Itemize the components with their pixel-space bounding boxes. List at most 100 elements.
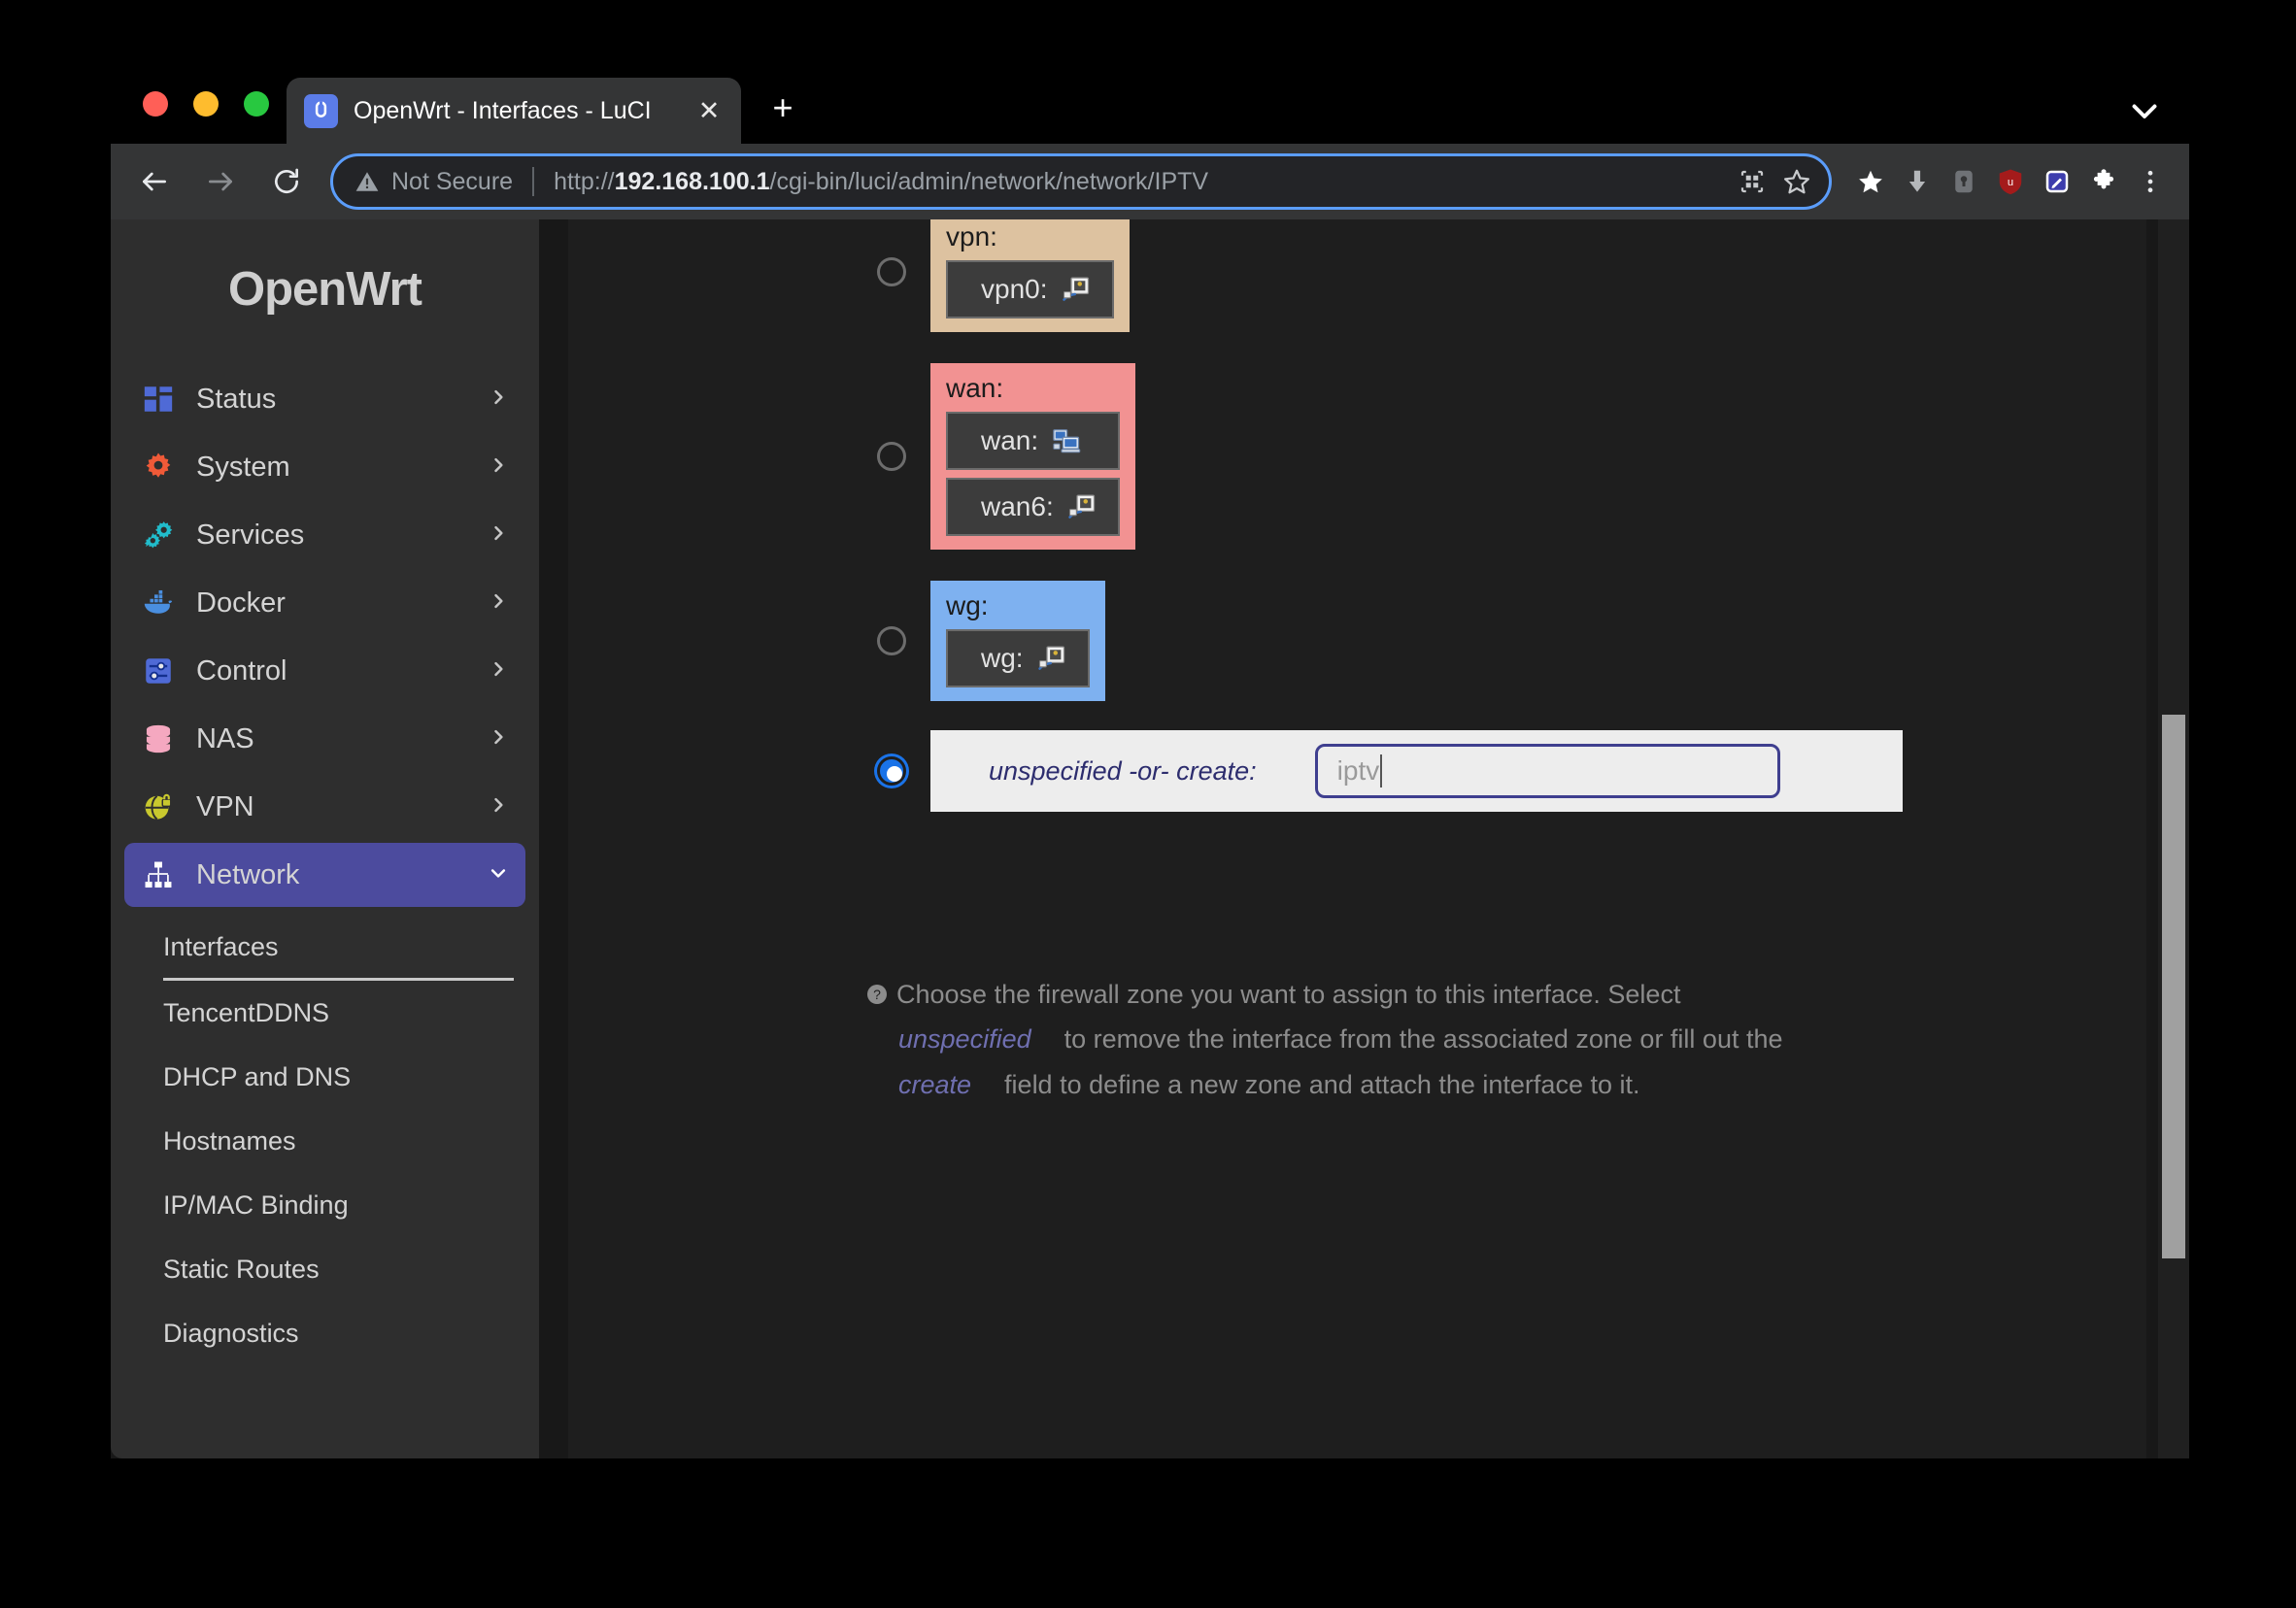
chevron-right-icon [489,725,508,754]
database-icon [138,721,179,756]
zone-row-create[interactable]: unspecified -or- create: iptv [877,730,1903,812]
zoom-window-button[interactable] [244,91,269,117]
interface-chip[interactable]: vpn0: [946,260,1114,318]
globe-lock-icon [138,789,179,824]
sidebar-item-interfaces[interactable]: Interfaces [163,917,514,981]
kebab-menu-icon[interactable] [2127,158,2174,205]
zone-radio-wg[interactable] [877,626,906,655]
download-icon[interactable] [1894,158,1941,205]
sidebar-item-label: NAS [196,723,489,755]
sidebar-item-hostnames[interactable]: Hostnames [163,1109,514,1173]
help-em-unspecified: unspecified [898,1017,1031,1061]
zone-row[interactable]: wan: wan: [877,363,1903,550]
sidebar-item-label: Control [196,655,489,687]
page-scrollbar-thumb[interactable] [2162,715,2185,1258]
network-computers-icon [1052,426,1081,455]
close-window-button[interactable] [143,91,168,117]
sidebar-item-nas[interactable]: NAS [124,707,525,771]
sidebar-item-dhcp-and-dns[interactable]: DHCP and DNS [163,1045,514,1109]
zone-row[interactable]: wg: wg: [877,581,1903,701]
interface-list: vpn0: [946,260,1114,318]
interface-list: wg: [946,629,1090,687]
svg-text:?: ? [873,987,881,1002]
sidebar-item-docker[interactable]: Docker [124,571,525,635]
back-button[interactable] [128,155,181,208]
zone-radio-unspecified[interactable] [877,756,906,786]
sidebar-item-static-routes[interactable]: Static Routes [163,1237,514,1301]
zone-name: wan: [946,375,1120,402]
address-bar[interactable]: Not Secure http://192.168.100.1/cgi-bin/… [330,153,1832,210]
sidebar-item-network[interactable]: Network [124,843,525,907]
ethernet-port-icon [1037,644,1066,673]
gears-icon [138,518,179,553]
reload-button[interactable] [260,155,313,208]
sliders-icon [138,653,179,688]
sidebar-item-system[interactable]: System [124,435,525,499]
url-host: 192.168.100.1 [615,168,770,195]
zone-row[interactable]: vpn: vpn0: [877,219,1903,332]
sidebar-item-label: System [196,452,489,484]
tab-title: OpenWrt - Interfaces - LuCI [354,97,694,125]
text-caret [1380,754,1382,787]
sidebar-subnav: Interfaces TencentDDNS DHCP and DNS Host… [111,917,539,1365]
sidebar-item-status[interactable]: Status [124,367,525,431]
close-icon[interactable]: ✕ [694,98,724,124]
openwrt-logo: OpenWrt [111,262,539,317]
chevron-right-icon [489,385,508,414]
interface-chip[interactable]: wan: [946,412,1120,470]
luci-sidebar: OpenWrt Status [111,219,539,1458]
chevron-down-icon [489,861,508,889]
sidebar-item-tencentddns[interactable]: TencentDDNS [163,981,514,1045]
new-tab-button[interactable]: + [763,91,802,124]
ethernet-port-icon [1062,275,1091,304]
window-controls [143,91,269,117]
puzzle-extensions-icon[interactable] [2080,158,2127,205]
zone-name: vpn: [946,223,1114,251]
zone-radio-vpn[interactable] [877,257,906,286]
sidebar-item-label: Status [196,384,489,416]
browser-toolbar: Not Secure http://192.168.100.1/cgi-bin/… [111,144,2189,219]
create-zone-panel: unspecified -or- create: iptv [930,730,1903,812]
sidebar-item-label: Network [196,859,489,891]
zone-box-vpn[interactable]: vpn: vpn0: [930,219,1130,332]
interface-label: vpn0: [981,274,1048,305]
minimize-window-button[interactable] [193,91,219,117]
zone-help-text: ? Choose the firewall zone you want to a… [865,972,1837,1107]
ublock-origin-icon[interactable]: u [1987,158,2034,205]
notes-edit-icon[interactable] [2034,158,2080,205]
sidebar-item-services[interactable]: Services [124,503,525,567]
network-tree-icon [138,857,179,892]
help-part-1: Choose the firewall zone you want to ass… [896,980,1680,1009]
sidebar-nav: Status System [111,367,539,907]
create-zone-input[interactable]: iptv [1315,744,1780,798]
luci-main-content: iptv: IPTV: [539,219,2189,1458]
zone-name: wg: [946,592,1090,620]
openwrt-favicon [304,94,338,128]
not-secure-indicator[interactable]: Not Secure [355,168,513,196]
chevron-right-icon [489,589,508,618]
sidebar-item-vpn[interactable]: VPN [124,775,525,839]
password-key-icon[interactable] [1941,158,1987,205]
zone-radio-wan[interactable] [877,442,906,471]
sidebar-item-label: Services [196,519,489,552]
sidebar-item-control[interactable]: Control [124,639,525,703]
page-scrollbar[interactable] [2158,219,2189,1458]
qr-code-icon[interactable] [1730,159,1774,204]
interface-chip[interactable]: wan6: [946,478,1120,536]
zone-box-wg[interactable]: wg: wg: [930,581,1105,701]
interface-label: wg: [981,643,1024,674]
interface-label: wan: [981,425,1038,456]
sidebar-item-diagnostics[interactable]: Diagnostics [163,1301,514,1365]
zone-box-wan[interactable]: wan: wan: [930,363,1135,550]
browser-tab[interactable]: OpenWrt - Interfaces - LuCI ✕ [287,78,741,144]
bookmark-star-filled-icon[interactable] [1847,158,1894,205]
sidebar-item-label: VPN [196,791,489,823]
sidebar-item-ip-mac-binding[interactable]: IP/MAC Binding [163,1173,514,1237]
forward-button[interactable] [194,155,247,208]
chevron-down-icon[interactable] [2127,93,2162,118]
help-part-3: field to define a new zone and attach th… [1004,1070,1639,1099]
interface-chip[interactable]: wg: [946,629,1090,687]
bookmark-star-outline-icon[interactable] [1774,159,1819,204]
create-zone-label: unspecified -or- create: [989,756,1257,787]
help-circle-icon: ? [865,975,889,998]
